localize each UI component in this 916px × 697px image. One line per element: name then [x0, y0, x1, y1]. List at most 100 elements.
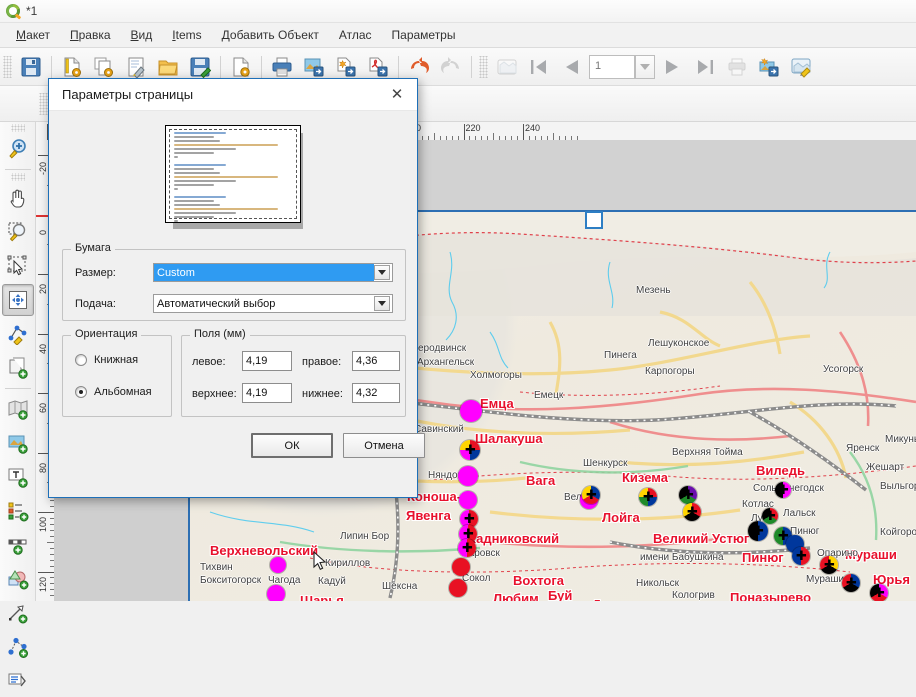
preview-text-line	[174, 188, 178, 190]
add-map-tool[interactable]	[2, 393, 34, 425]
menu-items[interactable]: Items	[162, 24, 211, 46]
map-marker-crosshair: ✚	[687, 505, 698, 518]
radio-icon-landscape[interactable]	[75, 386, 87, 398]
map-place-label: Микунь	[885, 434, 916, 445]
add-legend-tool[interactable]	[2, 495, 34, 527]
add-label-tool[interactable]	[2, 461, 34, 493]
paper-size-combo[interactable]: Custom	[153, 263, 393, 282]
orientation-group: Ориентация Книжная Альбомная	[62, 335, 172, 417]
map-place-label: Вохтога	[513, 573, 564, 588]
edit-nodes-tool[interactable]	[2, 318, 34, 350]
map-place-label: Усогорск	[823, 364, 863, 375]
orientation-landscape-label: Альбомная	[94, 386, 152, 398]
map-place-label: Тихвин	[200, 562, 233, 573]
atlas-settings-button[interactable]	[786, 52, 816, 82]
save-project-button[interactable]	[16, 52, 46, 82]
left-toolbar-grip[interactable]	[11, 124, 25, 132]
map-place-label: Пинюг	[742, 550, 784, 565]
map-place-label: Лойга	[602, 510, 640, 525]
preview-text-line	[174, 216, 214, 218]
preview-text-line	[174, 220, 178, 222]
duplicate-layout-button[interactable]	[89, 52, 119, 82]
left-toolbar-grip-2[interactable]	[11, 173, 25, 181]
menu-settings[interactable]: Параметры	[382, 24, 466, 46]
map-place-label: Кадуй	[318, 576, 346, 587]
map-place-label: Выльгорт	[880, 481, 916, 492]
ruler-tick-label: 120	[38, 576, 48, 591]
map-place-label: Мезень	[636, 285, 671, 296]
export-svg-button[interactable]	[331, 52, 361, 82]
select-items-tool[interactable]	[2, 250, 34, 282]
map-pie-marker	[449, 579, 467, 597]
margin-bottom-input[interactable]: 4,32	[352, 383, 400, 403]
atlas-preview-button[interactable]	[492, 52, 522, 82]
export-pdf-button[interactable]	[363, 52, 393, 82]
orientation-landscape-radio[interactable]: Альбомная	[75, 386, 152, 398]
menu-edit[interactable]: Правка	[60, 24, 121, 46]
map-place-label: Кологрив	[672, 590, 715, 601]
layout-manager-button[interactable]	[121, 52, 151, 82]
add-node-item-tool[interactable]	[2, 631, 34, 663]
atlas-toolbar-grip[interactable]	[479, 56, 488, 78]
toolbar-separator	[398, 56, 399, 78]
pan-tool[interactable]	[2, 182, 34, 214]
radio-icon-portrait[interactable]	[75, 354, 87, 366]
map-selection-handle[interactable]	[585, 211, 603, 229]
atlas-print-button[interactable]	[722, 52, 752, 82]
preview-text-line	[174, 184, 214, 186]
map-marker-crosshair: ✚	[765, 509, 776, 522]
add-picture-tool[interactable]	[2, 427, 34, 459]
save-template-button[interactable]	[185, 52, 215, 82]
preview-text-line	[174, 212, 236, 214]
orientation-portrait-radio[interactable]: Книжная	[75, 354, 138, 366]
ruler-minor-tick	[493, 133, 494, 140]
chevron-down-icon[interactable]	[635, 55, 655, 79]
map-marker-crosshair: ✚	[462, 541, 473, 554]
preview-text-line	[174, 136, 214, 138]
atlas-next-feature-button[interactable]	[658, 52, 688, 82]
close-icon[interactable]: ✕	[383, 82, 411, 108]
menu-layout[interactable]: Макет	[6, 24, 60, 46]
map-place-label: Любим	[493, 591, 539, 601]
add-html-tool[interactable]	[2, 665, 34, 697]
atlas-export-image-button[interactable]	[754, 52, 784, 82]
paper-source-combo[interactable]: Автоматический выбор	[153, 294, 393, 313]
margin-left-input[interactable]: 4,19	[242, 351, 292, 371]
add-scalebar-tool[interactable]	[2, 529, 34, 561]
preview-text-line	[174, 144, 278, 146]
menu-view[interactable]: Вид	[121, 24, 163, 46]
open-template-button[interactable]	[153, 52, 183, 82]
alignment-toolbar-grip[interactable]	[39, 93, 48, 115]
atlas-previous-feature-button[interactable]	[556, 52, 586, 82]
new-layout-button[interactable]	[57, 52, 87, 82]
new-report-button[interactable]	[226, 52, 256, 82]
menu-view-label: ид	[139, 28, 153, 42]
chevron-down-icon[interactable]	[374, 265, 390, 280]
add-arrow-tool[interactable]	[2, 597, 34, 629]
redo-button[interactable]	[436, 52, 466, 82]
map-place-label: Верхняя Тойма	[672, 447, 743, 458]
print-button[interactable]	[267, 52, 297, 82]
menu-atlas[interactable]: Атлас	[329, 24, 382, 46]
add-page-tool[interactable]	[2, 352, 34, 384]
move-item-content-tool[interactable]	[2, 284, 34, 316]
add-shape-tool[interactable]	[2, 563, 34, 595]
toolbar-grip[interactable]	[3, 56, 12, 78]
zoom-region-tool[interactable]	[2, 216, 34, 248]
atlas-page-value[interactable]: 1	[589, 55, 635, 79]
chevron-down-icon[interactable]	[374, 296, 390, 311]
atlas-last-feature-button[interactable]	[690, 52, 720, 82]
margin-right-input[interactable]: 4,36	[352, 351, 400, 371]
preview-text-line	[174, 196, 226, 198]
atlas-page-spinbox[interactable]: 1	[589, 55, 655, 79]
cancel-button[interactable]: Отмена	[343, 433, 425, 458]
atlas-first-feature-button[interactable]	[524, 52, 554, 82]
margin-top-input[interactable]: 4,19	[242, 383, 292, 403]
zoom-in-tool[interactable]	[2, 133, 34, 165]
map-place-label: Бокситогорск	[200, 575, 261, 586]
undo-button[interactable]	[404, 52, 434, 82]
export-image-button[interactable]	[299, 52, 329, 82]
ruler-major-tick	[38, 512, 54, 513]
menu-add-item[interactable]: Добавить Объект	[212, 24, 329, 46]
ok-button[interactable]: ОК	[251, 433, 333, 458]
